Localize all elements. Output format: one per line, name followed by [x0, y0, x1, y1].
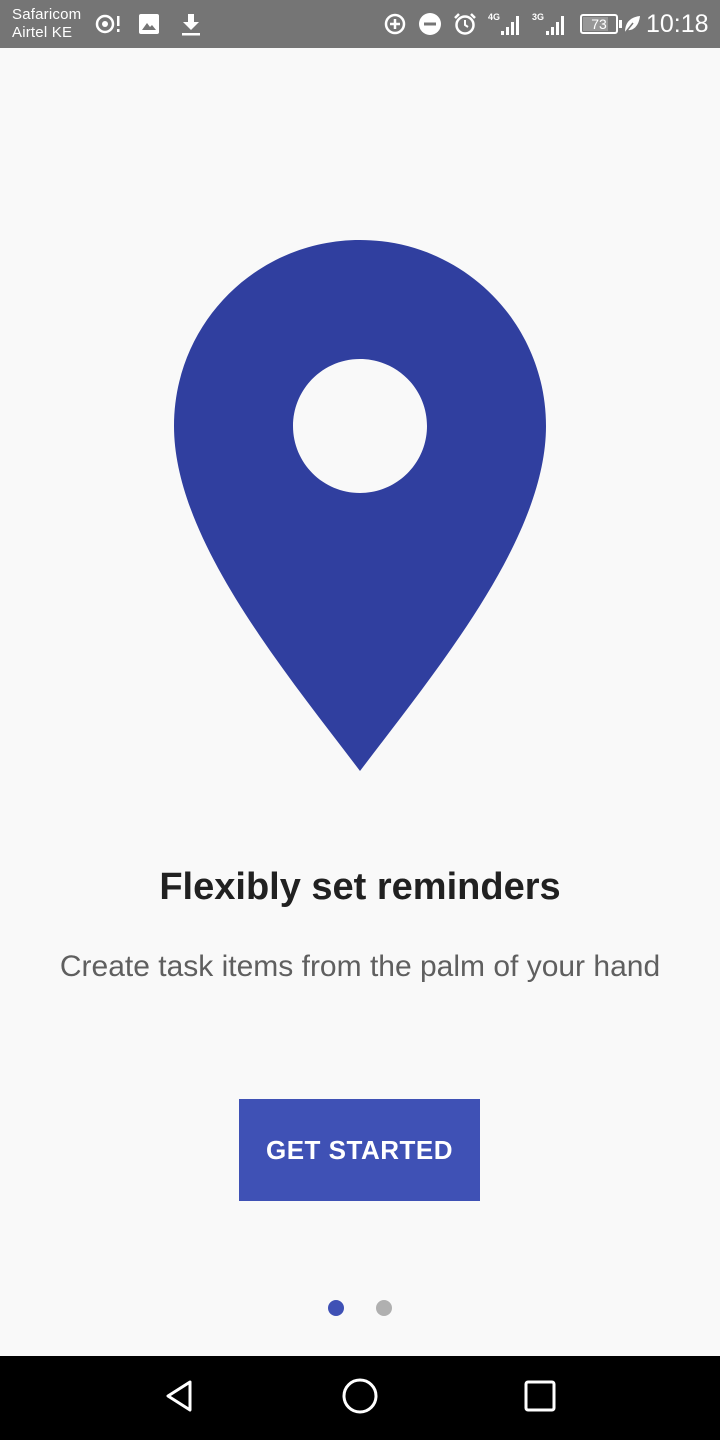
page-indicator-dot-active[interactable] [328, 1300, 344, 1316]
network-type-1: 4G [488, 12, 501, 22]
home-button[interactable] [336, 1376, 384, 1420]
onboarding-subtitle: Create task items from the palm of your … [59, 950, 661, 983]
carrier-names: Safaricom Airtel KE [12, 6, 81, 42]
power-saving-leaf-icon [623, 14, 641, 34]
recents-icon [520, 1376, 560, 1421]
image-icon [138, 13, 160, 35]
signal-icon [545, 12, 567, 36]
clock: 10:18 [646, 10, 709, 38]
back-icon [160, 1376, 200, 1421]
battery-level: 73 [591, 16, 607, 32]
onboarding-title: Flexibly set reminders [159, 866, 561, 908]
carrier-2: Airtel KE [12, 24, 73, 41]
home-icon [340, 1376, 380, 1421]
download-icon [180, 12, 202, 36]
alarm-icon [453, 12, 477, 36]
carrier-1: Safaricom [12, 6, 82, 23]
recents-button[interactable] [516, 1376, 564, 1420]
location-pin-icon [172, 238, 548, 774]
page-indicator [0, 1300, 720, 1316]
hotspot-icon [94, 12, 122, 36]
battery-icon: 73 [580, 14, 618, 34]
do-not-disturb-icon [419, 13, 441, 35]
back-button[interactable] [156, 1376, 204, 1420]
get-started-button[interactable]: GET STARTED [239, 1099, 480, 1201]
data-saver-icon [384, 13, 406, 35]
battery-tip [619, 20, 622, 28]
network-type-2: 3G [532, 12, 545, 22]
pin-shape [174, 240, 546, 771]
status-bar: Safaricom Airtel KE 4G 3G 73 10:18 [0, 0, 720, 48]
page-indicator-dot-inactive[interactable] [376, 1300, 392, 1316]
navigation-bar [0, 1356, 720, 1440]
signal-icon [500, 12, 522, 36]
